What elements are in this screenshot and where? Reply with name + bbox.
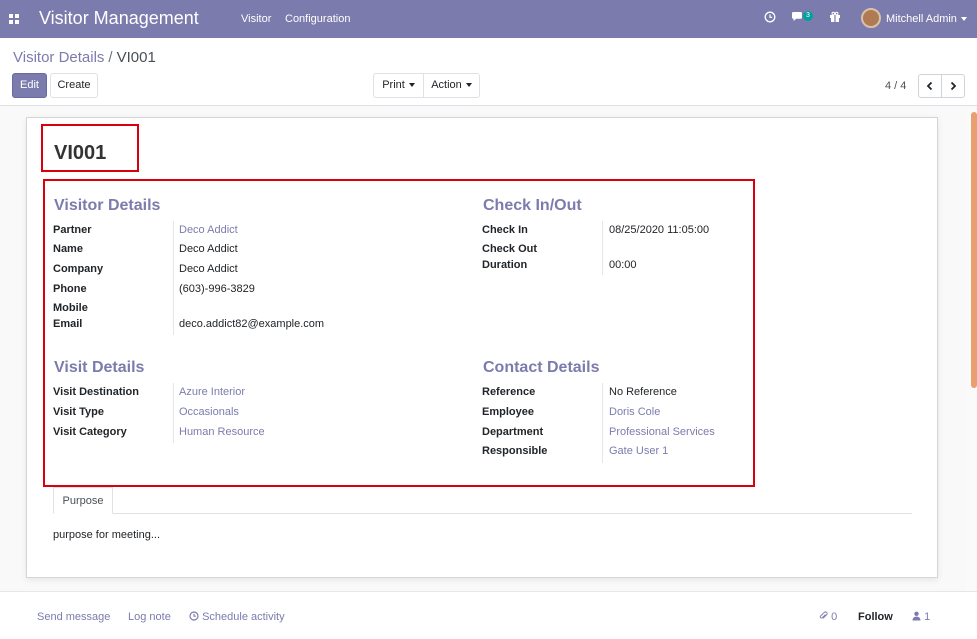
partner-value[interactable]: Deco Addict	[179, 224, 238, 236]
email-value: deco.addict82@example.com	[179, 318, 325, 330]
chat-count-badge: 3	[803, 11, 813, 21]
print-button[interactable]: Print	[373, 73, 424, 98]
chevron-down-icon	[408, 83, 415, 88]
reference-value: No Reference	[609, 386, 677, 398]
notebook-tab-line	[53, 513, 912, 514]
visit-details-title: Visit Details	[54, 359, 145, 376]
schedule-activity-label: Schedule activity	[202, 611, 285, 623]
breadcrumb-current: VI001	[116, 49, 156, 66]
phone-label: Phone	[53, 283, 87, 295]
apps-icon[interactable]	[9, 14, 19, 24]
pager-next-button[interactable]	[941, 74, 965, 98]
gift-icon[interactable]	[829, 11, 841, 26]
responsible-label: Responsible	[482, 445, 548, 457]
duration-value: 00:00	[609, 259, 637, 271]
visit-destination-value[interactable]: Azure Interior	[179, 386, 245, 398]
check-in-out-title: Check In/Out	[483, 197, 582, 214]
visit-category-label: Visit Category	[53, 426, 127, 438]
company-value: Deco Addict	[179, 263, 238, 275]
user-icon	[912, 611, 921, 621]
menu-visitor[interactable]: Visitor	[241, 13, 271, 25]
attachments-button[interactable]: 0	[819, 611, 837, 623]
create-button[interactable]: Create	[50, 73, 98, 98]
purpose-content: purpose for meeting...	[53, 529, 161, 541]
breadcrumb: Visitor Details / VI001	[13, 49, 156, 66]
company-label: Company	[53, 263, 104, 275]
visit-category-value[interactable]: Human Resource	[179, 426, 265, 438]
followers-count: 1	[924, 611, 931, 623]
clock-icon[interactable]	[764, 11, 776, 26]
pager-previous-button[interactable]	[918, 74, 942, 98]
name-value: Deco Addict	[179, 243, 238, 255]
visit-destination-label: Visit Destination	[53, 386, 139, 398]
pager-value[interactable]: 4 / 4	[885, 80, 906, 92]
employee-label: Employee	[482, 406, 534, 418]
edit-button[interactable]: Edit	[12, 73, 47, 98]
send-message-button[interactable]: Send message	[37, 611, 110, 623]
paperclip-icon	[819, 611, 828, 619]
avatar[interactable]	[861, 8, 881, 28]
chevron-down-icon	[960, 17, 967, 22]
schedule-activity-button[interactable]: Schedule activity	[189, 611, 285, 623]
visit-type-label: Visit Type	[53, 406, 104, 418]
user-name: Mitchell Admin	[886, 13, 957, 25]
chatter: Send message Log note Schedule activity …	[0, 591, 977, 639]
check-in-value: 08/25/2020 11:05:00	[609, 224, 710, 236]
chevron-left-icon	[926, 81, 933, 91]
duration-label: Duration	[482, 259, 528, 271]
responsible-value[interactable]: Gate User 1	[609, 445, 668, 457]
attachments-count: 0	[831, 611, 838, 623]
print-label: Print	[382, 79, 405, 91]
action-button[interactable]: Action	[423, 73, 480, 98]
scrollbar-thumb[interactable]	[971, 112, 977, 388]
control-panel: Visitor Details / VI001 Edit Create Print …	[0, 38, 977, 106]
department-label: Department	[482, 426, 544, 438]
visit-type-value[interactable]: Occasionals	[179, 406, 239, 418]
visitor-details-title: Visitor Details	[54, 197, 161, 214]
department-value[interactable]: Professional Services	[609, 426, 715, 438]
chevron-down-icon	[465, 83, 472, 88]
contact-details-title: Contact Details	[483, 359, 600, 376]
followers-button[interactable]: 1	[912, 611, 930, 623]
chat-icon[interactable]	[791, 11, 804, 26]
employee-value[interactable]: Doris Cole	[609, 406, 660, 418]
action-label: Action	[431, 79, 462, 91]
tab-purpose[interactable]: Purpose	[53, 487, 113, 514]
visit-details-divider	[173, 383, 174, 443]
phone-value: (603)-996-3829	[179, 283, 255, 295]
breadcrumb-parent[interactable]: Visitor Details	[13, 49, 104, 66]
top-navbar: Visitor Management Visitor Configuration…	[0, 0, 977, 38]
follow-button[interactable]: Follow	[858, 611, 893, 623]
app-brand[interactable]: Visitor Management	[39, 8, 199, 29]
user-menu[interactable]: Mitchell Admin	[886, 13, 967, 25]
clock-icon	[189, 611, 199, 621]
menu-configuration[interactable]: Configuration	[285, 13, 350, 25]
chevron-right-icon	[950, 81, 957, 91]
record-title: VI001	[54, 142, 107, 164]
check-out-label: Check Out	[482, 243, 538, 255]
name-label: Name	[53, 243, 83, 255]
contact-details-divider	[602, 383, 603, 463]
email-label: Email	[53, 318, 83, 330]
mobile-label: Mobile	[53, 302, 88, 314]
log-note-button[interactable]: Log note	[128, 611, 171, 623]
check-in-out-divider	[602, 221, 603, 275]
visitor-details-divider	[173, 221, 174, 335]
check-in-label: Check In	[482, 224, 528, 236]
partner-label: Partner	[53, 224, 92, 236]
breadcrumb-separator: /	[108, 49, 113, 66]
reference-label: Reference	[482, 386, 536, 398]
